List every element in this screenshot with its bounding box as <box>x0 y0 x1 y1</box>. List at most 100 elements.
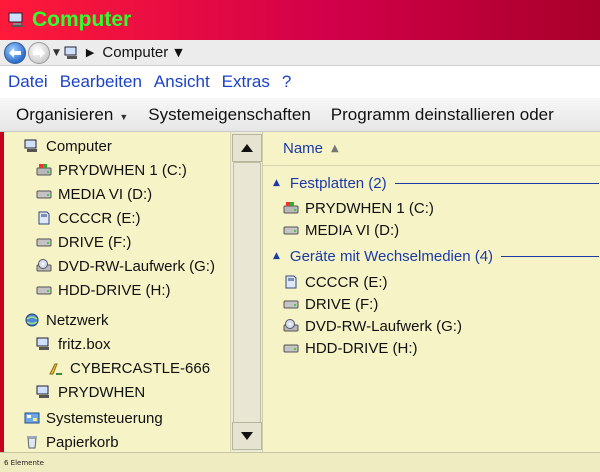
nav-item-drive-g[interactable]: DVD-RW-Laufwerk (G:) <box>36 254 215 278</box>
chevron-down-icon: ▼ <box>119 111 129 122</box>
drive-item-f[interactable]: DRIVE (F:) <box>283 293 378 315</box>
nav-item-label: CYBERCASTLE-666 <box>70 359 211 377</box>
item-label: HDD-DRIVE (H:) <box>305 339 418 357</box>
drive-item-c[interactable]: PRYDWHEN 1 (C:) <box>283 197 434 219</box>
drive-icon <box>283 344 299 353</box>
forward-button[interactable] <box>28 41 50 64</box>
title-bar: Computer <box>0 0 600 40</box>
nav-item-label: Papierkorb <box>46 433 119 451</box>
computer-icon <box>36 385 49 398</box>
back-button[interactable] <box>4 41 26 64</box>
navigation-pane: Computer PRYDWHEN 1 (C:) MEDIA VI (D:) C… <box>4 132 230 452</box>
command-toolbar: Organisieren ▼ Systemeigenschaften Progra… <box>0 98 600 132</box>
group-divider <box>501 255 599 257</box>
nav-item-prydwhen[interactable]: PRYDWHEN <box>36 380 145 404</box>
arrow-left-icon <box>9 47 21 58</box>
scroll-up-button[interactable] <box>232 134 262 162</box>
organize-label: Organisieren <box>16 104 114 124</box>
system-properties-button[interactable]: Systemeigenschaften <box>148 105 311 125</box>
group-header-removable[interactable]: ▲ Geräte mit Wechselmedien (4) <box>273 245 599 267</box>
nav-item-drive-c[interactable]: PRYDWHEN 1 (C:) <box>36 158 187 182</box>
address-bar: ▼ ▶ Computer ▼ <box>0 40 600 66</box>
nav-item-label: HDD-DRIVE (H:) <box>58 281 171 299</box>
recycle-bin-icon <box>27 436 37 449</box>
nav-item-label: CCCCR (E:) <box>58 209 141 227</box>
nav-item-drive-f[interactable]: DRIVE (F:) <box>36 230 131 254</box>
computer-icon <box>24 139 37 152</box>
dvd-drive-icon <box>283 319 299 332</box>
scroll-thumb[interactable] <box>233 162 261 424</box>
column-header-name[interactable]: Name ▲ <box>263 132 600 166</box>
navigation-scrollbar[interactable] <box>230 132 262 452</box>
nav-item-network[interactable]: Netzwerk <box>24 308 109 332</box>
breadcrumb-location[interactable]: Computer <box>102 44 168 61</box>
system-drive-icon <box>283 202 299 214</box>
nav-item-label: Systemsteuerung <box>46 409 163 427</box>
group-divider <box>394 182 599 184</box>
drive-icon <box>36 286 52 295</box>
menu-help[interactable]: ? <box>282 72 291 92</box>
arrow-up-icon <box>241 144 253 152</box>
nav-item-label: PRYDWHEN <box>58 383 146 401</box>
shared-folder-icon <box>49 363 62 375</box>
arrow-down-icon <box>241 432 253 440</box>
drive-icon <box>36 238 52 247</box>
group-header-hard-disks[interactable]: ▲ Festplatten (2) <box>273 172 599 194</box>
memory-card-icon <box>285 275 297 289</box>
item-count: 6 Elemente <box>4 458 44 467</box>
dvd-drive-icon <box>36 259 52 272</box>
nav-item-label: Computer <box>46 137 112 155</box>
drive-item-g[interactable]: DVD-RW-Laufwerk (G:) <box>283 315 462 337</box>
item-label: MEDIA VI (D:) <box>305 221 400 239</box>
drive-icon <box>283 226 299 235</box>
menu-edit[interactable]: Bearbeiten <box>60 72 142 92</box>
menu-file[interactable]: Datei <box>8 72 48 92</box>
drive-item-d[interactable]: MEDIA VI (D:) <box>283 219 399 241</box>
content-pane: Name ▲ ▲ Festplatten (2) PRYDWHEN 1 (C:)… <box>262 132 600 452</box>
uninstall-program-button[interactable]: Programm deinstallieren oder <box>331 105 554 125</box>
computer-icon <box>64 46 77 59</box>
nav-item-recycle-bin[interactable]: Papierkorb <box>24 430 119 452</box>
item-label: DRIVE (F:) <box>305 295 379 313</box>
memory-card-icon <box>38 211 50 225</box>
system-drive-icon <box>36 164 52 176</box>
nav-item-label: DVD-RW-Laufwerk (G:) <box>58 257 215 275</box>
nav-item-fritz-box[interactable]: fritz.box <box>36 332 111 356</box>
menu-tools[interactable]: Extras <box>222 72 270 92</box>
nav-item-drive-d[interactable]: MEDIA VI (D:) <box>36 182 152 206</box>
item-label: PRYDWHEN 1 (C:) <box>305 199 434 217</box>
nav-item-control-panel[interactable]: Systemsteuerung <box>24 406 163 430</box>
drive-icon <box>36 190 52 199</box>
scroll-down-button[interactable] <box>232 422 262 450</box>
column-header-label: Name <box>283 140 324 157</box>
collapse-icon[interactable]: ▲ <box>273 178 280 188</box>
recent-pages-dropdown[interactable]: ▼ <box>53 48 60 58</box>
organize-button[interactable]: Organisieren ▼ <box>16 105 128 125</box>
collapse-icon[interactable]: ▲ <box>273 251 280 261</box>
breadcrumb-chevron-icon[interactable]: ▶ <box>86 46 94 59</box>
network-icon <box>25 313 39 327</box>
item-label: CCCCR (E:) <box>305 273 388 291</box>
nav-item-cybercastle[interactable]: CYBERCASTLE-666 <box>48 356 210 380</box>
nav-item-label: MEDIA VI (D:) <box>58 185 153 203</box>
status-bar: 6 Elemente <box>0 452 600 472</box>
menu-view[interactable]: Ansicht <box>154 72 210 92</box>
control-panel-icon <box>24 412 40 424</box>
nav-item-label: Netzwerk <box>46 311 109 329</box>
nav-item-drive-e[interactable]: CCCCR (E:) <box>36 206 141 230</box>
nav-item-drive-h[interactable]: HDD-DRIVE (H:) <box>36 278 171 302</box>
nav-item-label: PRYDWHEN 1 (C:) <box>58 161 187 179</box>
window-title: Computer <box>32 8 132 31</box>
nav-item-label: DRIVE (F:) <box>58 233 132 251</box>
computer-icon <box>8 12 23 27</box>
item-label: DVD-RW-Laufwerk (G:) <box>305 317 462 335</box>
group-label: Geräte mit Wechselmedien (4) <box>289 247 494 265</box>
nav-item-label: fritz.box <box>58 335 111 353</box>
group-label: Festplatten (2) <box>289 174 387 192</box>
nav-item-computer[interactable]: Computer <box>24 134 112 158</box>
drive-item-e[interactable]: CCCCR (E:) <box>283 271 388 293</box>
arrow-right-icon <box>33 47 45 58</box>
drive-item-h[interactable]: HDD-DRIVE (H:) <box>283 337 418 359</box>
drive-icon <box>283 300 299 309</box>
breadcrumb-dropdown-icon[interactable]: ▼ <box>174 46 182 59</box>
